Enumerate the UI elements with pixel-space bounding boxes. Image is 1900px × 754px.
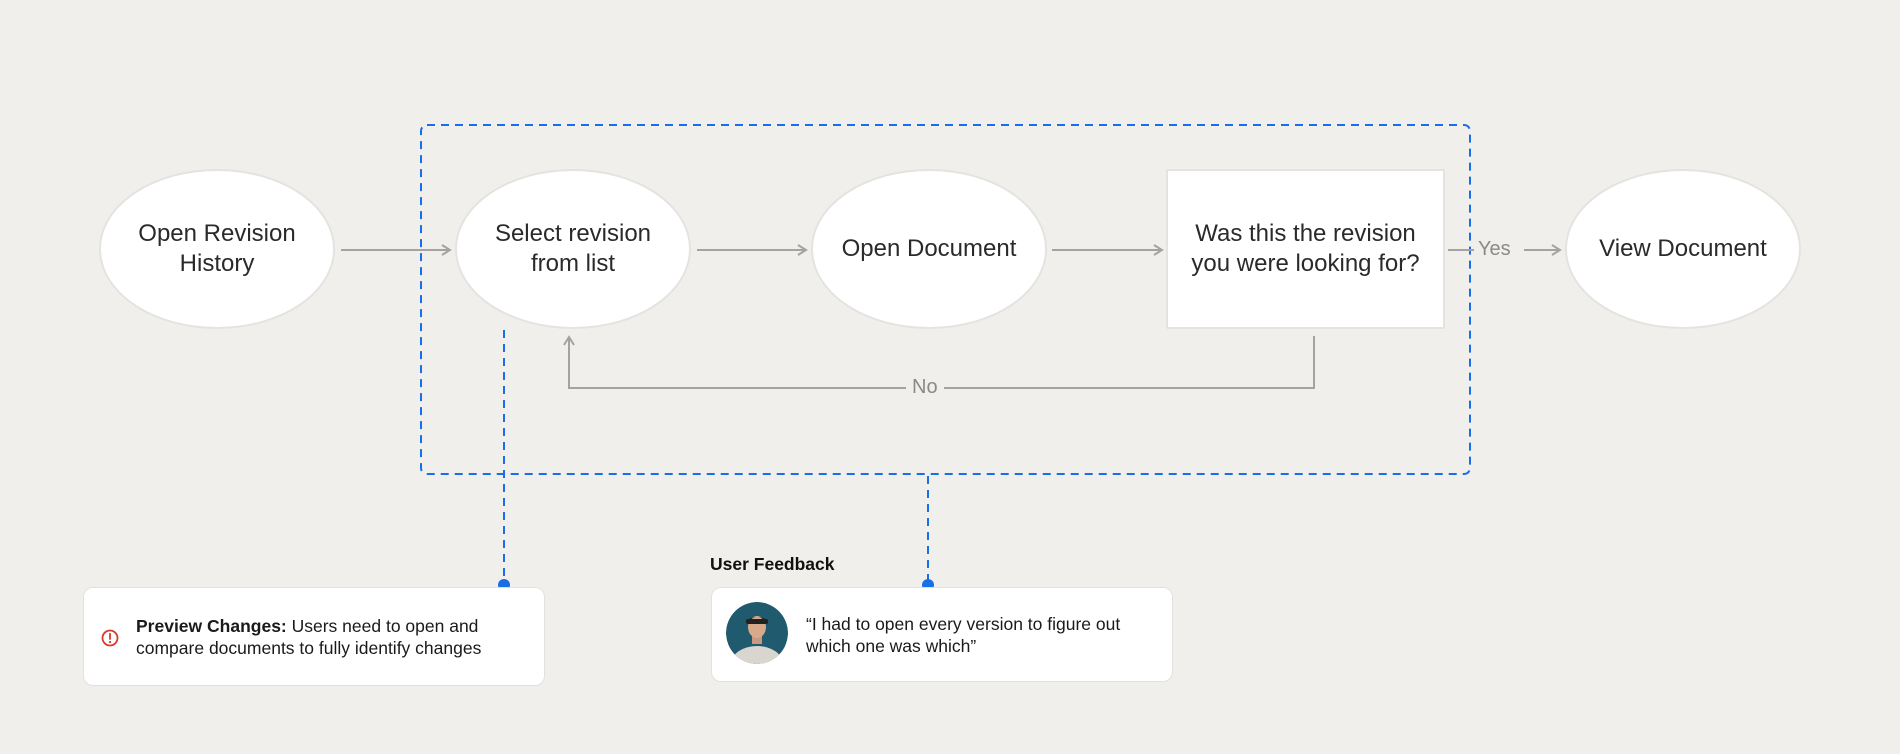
node-select-revision-label: Select revision from list — [494, 220, 652, 277]
node-open-revision-history-label: Open Revision History — [138, 220, 296, 277]
pain-point-card: Preview Changes: Users need to open and … — [83, 587, 545, 686]
node-open-document: Open Document — [811, 169, 1047, 329]
node-view-document-label: View Document — [1599, 235, 1767, 262]
user-feedback-heading: User Feedback — [710, 554, 835, 574]
pain-point-text: Preview Changes: Users need to open and … — [136, 615, 520, 659]
warning-circle-icon — [101, 629, 119, 647]
pain-point-title: Preview Changes: — [136, 615, 287, 636]
flow-diagram-canvas: Open Revision History Select revision fr… — [0, 0, 1900, 754]
user-feedback-quote: “I had to open every version to figure o… — [806, 613, 1121, 656]
node-select-revision: Select revision from list — [455, 169, 691, 329]
node-decision: Was this the revision you were looking f… — [1166, 169, 1445, 329]
node-view-document: View Document — [1565, 169, 1801, 329]
edge-label-no: No — [906, 375, 944, 399]
node-decision-label: Was this the revision you were looking f… — [1191, 220, 1420, 277]
user-feedback-card: “I had to open every version to figure o… — [711, 587, 1173, 682]
edge-label-yes: Yes — [1474, 237, 1515, 261]
node-open-revision-history: Open Revision History — [99, 169, 335, 329]
user-avatar — [726, 602, 788, 664]
node-open-document-label: Open Document — [841, 235, 1017, 262]
